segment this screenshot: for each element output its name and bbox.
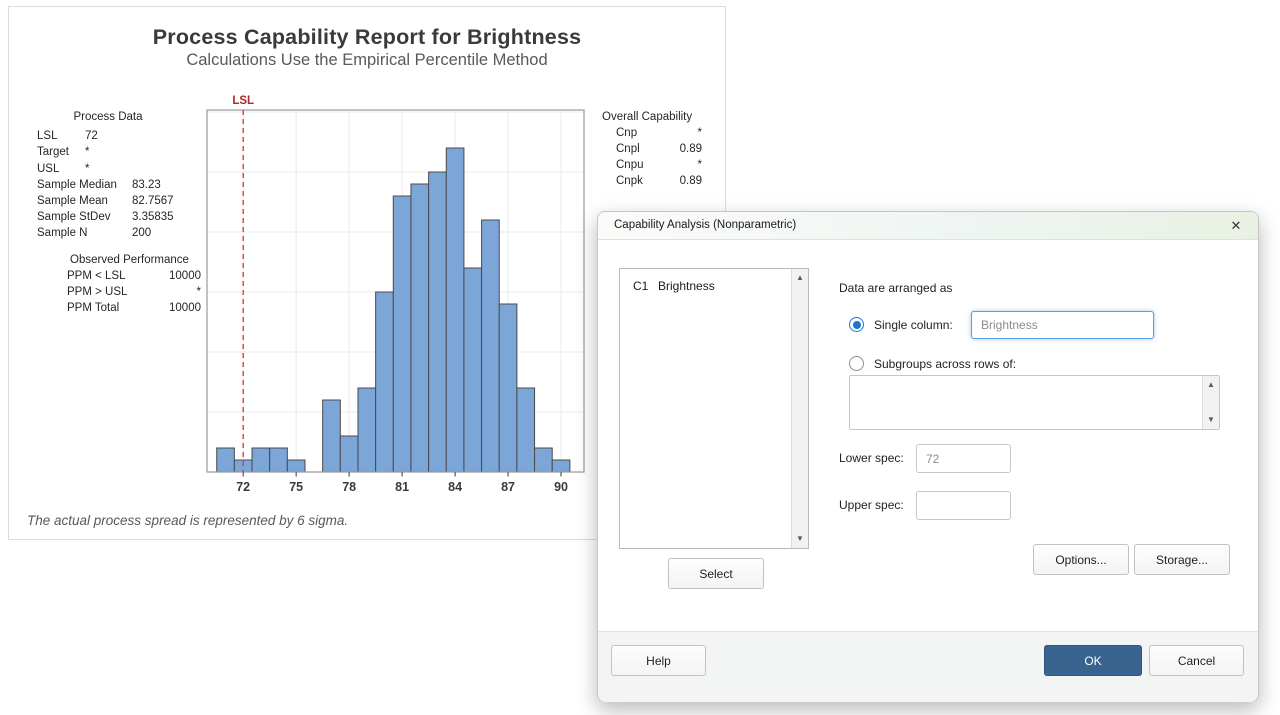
- observed-performance-panel: Observed Performance PPM < LSL10000 PPM …: [57, 252, 202, 316]
- scroll-down-icon[interactable]: ▼: [792, 531, 808, 547]
- svg-text:75: 75: [289, 480, 303, 494]
- upper-spec-label: Upper spec:: [839, 498, 904, 512]
- stat-row: Sample N200: [29, 225, 187, 241]
- single-column-label: Single column:: [874, 318, 953, 332]
- column-id: C1: [633, 279, 648, 293]
- svg-text:81: 81: [395, 480, 409, 494]
- overall-capability-heading: Overall Capability: [602, 109, 692, 125]
- stat-row: LSL72: [29, 128, 187, 144]
- ok-button[interactable]: OK: [1044, 645, 1142, 676]
- stat-row: PPM Total10000: [57, 300, 202, 316]
- storage-button[interactable]: Storage...: [1134, 544, 1230, 575]
- report-footnote: The actual process spread is represented…: [27, 513, 348, 528]
- listbox-scrollbar[interactable]: ▲ ▼: [791, 269, 808, 548]
- upper-spec-input[interactable]: [916, 491, 1011, 520]
- single-column-input[interactable]: [971, 311, 1154, 339]
- stat-row: Cnp*: [602, 125, 692, 141]
- subgroups-radio[interactable]: [849, 356, 864, 371]
- stat-row: Cnpl0.89: [602, 141, 692, 157]
- column-listbox[interactable]: C1 Brightness ▲ ▼: [619, 268, 809, 549]
- scroll-up-icon[interactable]: ▲: [792, 270, 808, 286]
- cancel-button[interactable]: Cancel: [1149, 645, 1244, 676]
- lower-spec-label: Lower spec:: [839, 451, 904, 465]
- report-subtitle: Calculations Use the Empirical Percentil…: [9, 51, 725, 70]
- report-title: Process Capability Report for Brightness: [9, 25, 725, 50]
- svg-text:72: 72: [236, 480, 250, 494]
- svg-text:84: 84: [448, 480, 462, 494]
- column-name: Brightness: [658, 279, 715, 293]
- overall-capability-panel: Overall Capability Cnp* Cnpl0.89 Cnpu* C…: [602, 109, 692, 189]
- lower-spec-input[interactable]: [916, 444, 1011, 473]
- svg-text:90: 90: [554, 480, 568, 494]
- stat-row: PPM > USL*: [57, 284, 202, 300]
- single-column-radio[interactable]: [849, 317, 864, 332]
- stat-row: PPM < LSL10000: [57, 268, 202, 284]
- screen: Process Capability Report for Brightness…: [0, 0, 1280, 715]
- scroll-down-icon[interactable]: ▼: [1203, 412, 1219, 428]
- radio-dot: [853, 321, 861, 329]
- subgroups-label: Subgroups across rows of:: [874, 357, 1016, 371]
- process-data-panel: Process Data LSL72 Target* USL* Sample M…: [29, 109, 187, 242]
- scroll-up-icon[interactable]: ▲: [1203, 377, 1219, 393]
- stat-row: USL*: [29, 161, 187, 177]
- subgroups-textarea[interactable]: ▲ ▼: [849, 375, 1220, 430]
- svg-text:87: 87: [501, 480, 515, 494]
- dialog-title: Capability Analysis (Nonparametric): [614, 219, 796, 231]
- data-arranged-label: Data are arranged as: [839, 281, 952, 295]
- stat-row: Sample Mean82.7567: [29, 193, 187, 209]
- textarea-scrollbar[interactable]: ▲ ▼: [1202, 376, 1219, 429]
- help-button[interactable]: Help: [611, 645, 706, 676]
- stat-row: Sample StDev3.35835: [29, 209, 187, 225]
- options-button[interactable]: Options...: [1033, 544, 1129, 575]
- capability-analysis-dialog: Capability Analysis (Nonparametric) ✕ C1…: [597, 211, 1259, 702]
- stat-row: Target*: [29, 144, 187, 160]
- svg-text:78: 78: [342, 480, 356, 494]
- observed-performance-heading: Observed Performance: [57, 252, 202, 268]
- list-item-brightness[interactable]: C1 Brightness: [620, 279, 776, 297]
- stat-row: Sample Median83.23: [29, 177, 187, 193]
- process-data-heading: Process Data: [29, 109, 187, 125]
- dialog-titlebar: Capability Analysis (Nonparametric) ✕: [598, 212, 1258, 240]
- stat-row: Cnpk0.89: [602, 173, 692, 189]
- close-icon[interactable]: ✕: [1226, 216, 1246, 236]
- select-button[interactable]: Select: [668, 558, 764, 589]
- svg-text:LSL: LSL: [232, 95, 254, 107]
- stat-row: Cnpu*: [602, 157, 692, 173]
- capability-histogram: LSL 72 75 78 81 84 87 90: [199, 92, 594, 502]
